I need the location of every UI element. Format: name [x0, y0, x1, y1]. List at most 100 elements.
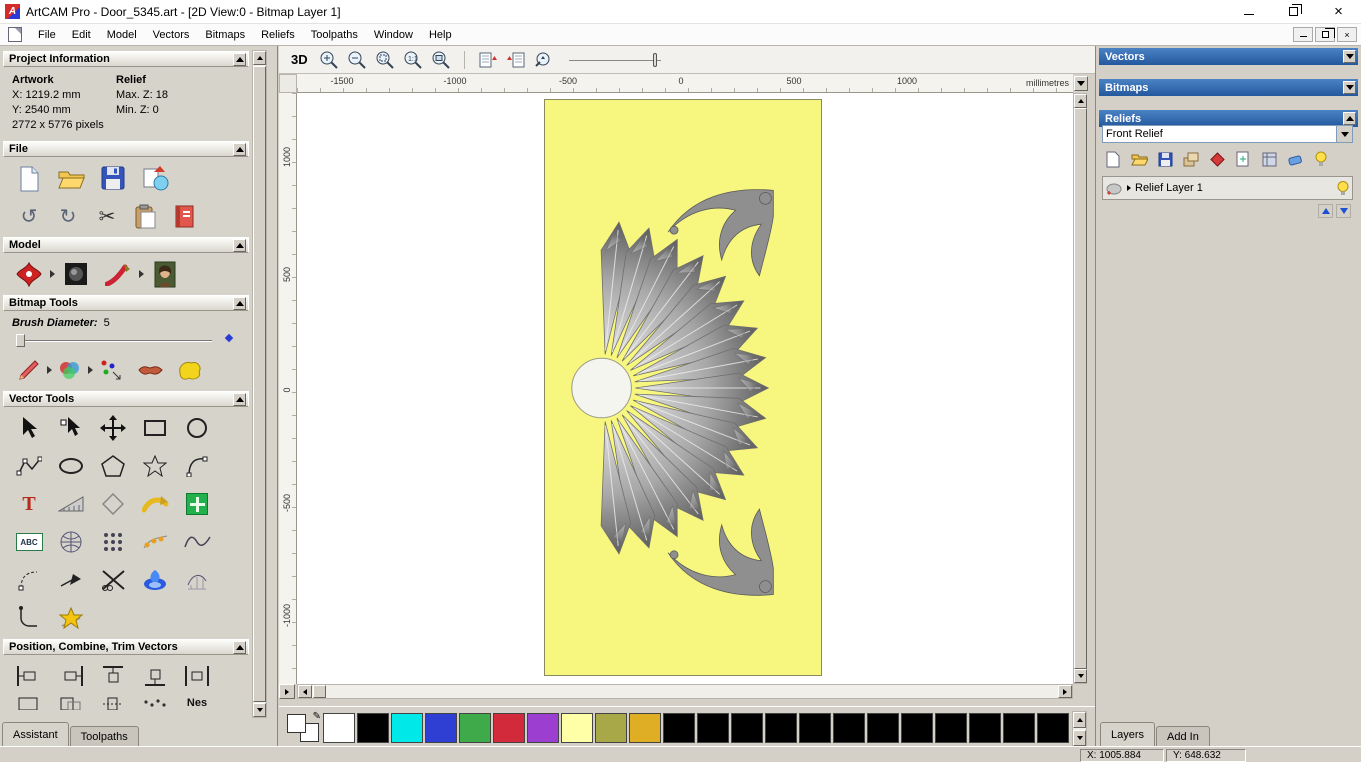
colour-swatch[interactable]	[527, 713, 559, 743]
restore-button[interactable]	[1271, 0, 1316, 24]
transform-vectors-icon[interactable]	[98, 412, 128, 444]
minimize-button[interactable]	[1226, 0, 1271, 24]
text-abc-icon[interactable]: ABC	[14, 526, 44, 558]
dots-tool-icon[interactable]	[140, 695, 170, 711]
save-layer-icon[interactable]	[1156, 150, 1174, 168]
create-text-icon[interactable]: T	[14, 488, 44, 520]
save-model-icon[interactable]	[98, 162, 128, 194]
create-polygon-icon[interactable]	[98, 450, 128, 482]
colour-swatch[interactable]	[935, 713, 967, 743]
scroll-thumb[interactable]	[253, 66, 266, 702]
section-bitmap-tools[interactable]: Bitmap Tools	[3, 295, 249, 311]
colour-swatch[interactable]	[799, 713, 831, 743]
scroll-down-button[interactable]	[1074, 669, 1087, 683]
lightbulb-icon[interactable]	[1337, 180, 1349, 196]
slider-track[interactable]	[568, 59, 661, 61]
load-image-icon[interactable]	[150, 258, 180, 290]
scroll-right-button[interactable]	[1058, 685, 1072, 698]
tab-assistant[interactable]: Assistant	[2, 722, 69, 746]
new-model-icon[interactable]	[14, 162, 44, 194]
notes-icon[interactable]	[170, 200, 200, 232]
toggle-3d-view-button[interactable]: 3D	[287, 50, 312, 69]
colour-swatch[interactable]	[629, 713, 661, 743]
paint-all-icon[interactable]	[174, 354, 204, 386]
fit-arc-icon[interactable]	[14, 564, 44, 596]
undo-icon[interactable]: ↺	[14, 200, 44, 232]
menu-item[interactable]: Edit	[64, 26, 99, 44]
colour-swatch[interactable]	[1037, 713, 1069, 743]
paint-icon[interactable]	[14, 354, 44, 386]
section-project-information[interactable]: Project Information	[3, 51, 249, 67]
palette-scrollbar[interactable]	[1072, 711, 1087, 747]
align-tool-icon[interactable]	[14, 695, 44, 711]
open-model-icon[interactable]	[56, 162, 86, 194]
flyout-caret-icon[interactable]	[50, 270, 55, 278]
offset-vector-icon[interactable]	[98, 488, 128, 520]
sculpting-icon[interactable]	[103, 258, 133, 290]
collapse-button[interactable]	[233, 142, 246, 156]
colour-swatch[interactable]	[561, 713, 593, 743]
stack-layers-icon[interactable]	[1182, 150, 1200, 168]
colour-swatch[interactable]	[833, 713, 865, 743]
scroll-up-button[interactable]	[253, 51, 266, 65]
spin-relief-icon[interactable]	[140, 564, 170, 596]
colour-swatch[interactable]	[595, 713, 627, 743]
move-layer-up-button[interactable]	[1318, 204, 1333, 218]
align-tool-icon[interactable]	[98, 695, 128, 711]
create-circle-icon[interactable]	[182, 412, 212, 444]
document-icon[interactable]	[8, 27, 22, 42]
texture-shell-icon[interactable]	[135, 354, 165, 386]
join-vectors-icon[interactable]	[56, 564, 86, 596]
paste-along-vector-icon[interactable]	[140, 526, 170, 558]
paste-layer-icon[interactable]	[1234, 150, 1252, 168]
colour-swatch[interactable]	[731, 713, 763, 743]
menu-item[interactable]: Help	[421, 26, 460, 44]
paste-icon[interactable]	[131, 200, 161, 232]
tab-layers[interactable]: Layers	[1100, 722, 1156, 746]
section-model[interactable]: Model	[3, 237, 249, 253]
scroll-thumb[interactable]	[1074, 108, 1087, 669]
tab-toolpaths[interactable]: Toolpaths	[69, 726, 139, 746]
collapse-button[interactable]	[233, 392, 246, 406]
lights-and-material-icon[interactable]	[61, 258, 91, 290]
flyout-caret-icon[interactable]	[88, 366, 93, 374]
colour-swatch[interactable]	[493, 713, 525, 743]
snap-grid-toggle-icon[interactable]	[477, 49, 499, 71]
scroll-up-button[interactable]	[1073, 712, 1086, 728]
collapse-button[interactable]	[233, 52, 246, 66]
tab-add-in[interactable]: Add In	[1156, 726, 1210, 746]
relief-layer-row[interactable]: Relief Layer 1	[1102, 176, 1353, 200]
colour-swatch[interactable]	[357, 713, 389, 743]
colour-swatch[interactable]	[459, 713, 491, 743]
vectors-header[interactable]: Vectors	[1099, 48, 1358, 65]
cut-icon[interactable]: ✂	[92, 200, 122, 232]
slider-handle[interactable]	[652, 52, 657, 67]
align-center-icon[interactable]	[182, 660, 212, 692]
layer-visibility-icon[interactable]	[1312, 150, 1330, 168]
node-editing-icon[interactable]	[56, 412, 86, 444]
scroll-left-button[interactable]	[298, 685, 312, 698]
create-star-icon[interactable]	[140, 450, 170, 482]
scroll-down-button[interactable]	[253, 703, 266, 717]
open-layer-icon[interactable]	[1130, 150, 1148, 168]
colour-swatch[interactable]	[765, 713, 797, 743]
align-right-icon[interactable]	[56, 660, 86, 692]
zoom-object-icon[interactable]	[533, 49, 555, 71]
fillet-icon[interactable]	[14, 602, 44, 634]
menu-item[interactable]: File	[30, 26, 64, 44]
section-profile-icon[interactable]	[182, 564, 212, 596]
block-copy-icon[interactable]	[98, 526, 128, 558]
units-dropdown-button[interactable]	[1074, 76, 1088, 91]
section-vector-tools[interactable]: Vector Tools	[3, 391, 249, 407]
colour-swatch[interactable]	[969, 713, 1001, 743]
menu-item[interactable]: Toolpaths	[303, 26, 366, 44]
scroll-thumb[interactable]	[313, 685, 326, 698]
colour-swatch[interactable]	[663, 713, 695, 743]
fit-curve-icon[interactable]	[182, 526, 212, 558]
mdi-close-button[interactable]: ×	[1337, 27, 1357, 42]
paste-along-curve-icon[interactable]	[140, 488, 170, 520]
mdi-restore-button[interactable]	[1315, 27, 1335, 42]
measure-icon[interactable]	[56, 488, 86, 520]
wrap-star-icon[interactable]	[56, 602, 86, 634]
colour-swatch[interactable]	[391, 713, 423, 743]
